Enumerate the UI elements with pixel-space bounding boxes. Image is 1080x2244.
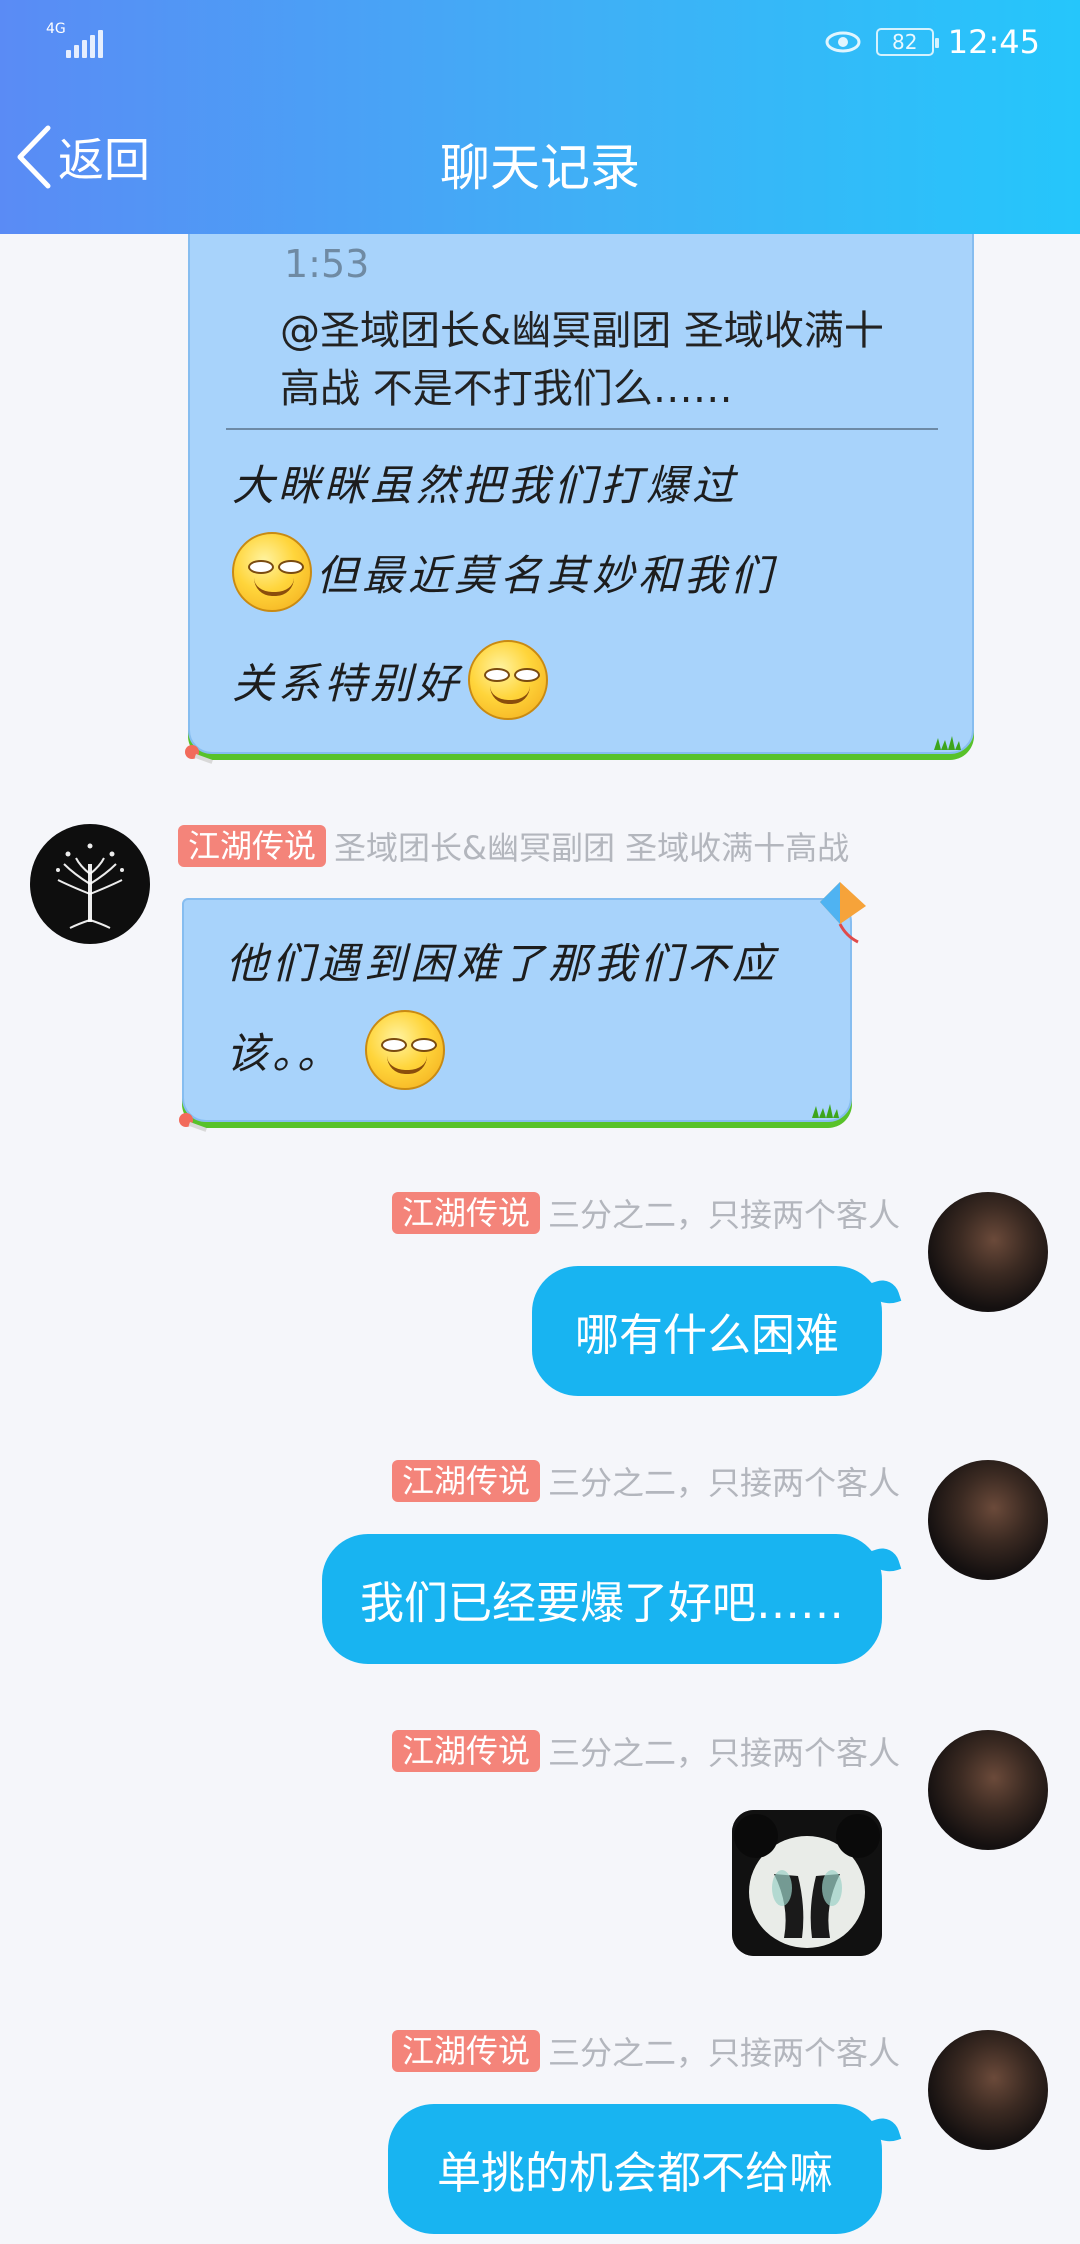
sender-name: 三分之二，只接两个客人 [547, 1734, 900, 1772]
pin-decoration-icon [185, 745, 213, 764]
reply-line2: 但最近莫名其妙和我们 [316, 550, 777, 600]
kite-decoration-icon [820, 882, 866, 944]
avatar[interactable] [30, 824, 150, 944]
message-meta: 江湖传说 三分之二，只接两个客人 [391, 1460, 900, 1502]
sender-name: 圣域团长&幽冥副团 圣域收满十高战 [334, 829, 850, 867]
quote-time: 1:53 [284, 242, 370, 286]
smiley-emoji-icon [232, 532, 312, 612]
panda-face-icon [732, 1810, 882, 1956]
pin-decoration-icon [179, 1113, 207, 1132]
title-tag: 江湖传说 [391, 1192, 540, 1234]
smiley-emoji-icon [365, 1010, 446, 1090]
battery-level: 82 [892, 30, 918, 54]
panda-facepalm-sticker[interactable] [732, 1810, 882, 1956]
message-meta: 江湖传说 三分之二，只接两个客人 [391, 1730, 900, 1772]
quote-text-line1: @圣域团长&幽冥副团 圣域收满十 [280, 308, 884, 354]
incoming-message-bubble[interactable]: 他们遇到困难了那我们不应 该。。 [179, 882, 866, 1132]
nav-bar: 返回 聊天记录 [0, 100, 1080, 220]
reply-line3: 关系特别好 [232, 658, 463, 708]
avatar[interactable] [928, 2030, 1048, 2150]
quoted-reply-bubble[interactable]: 1:53 @圣域团长&幽冥副团 圣域收满十 高战 不是不打我们么…… 大眯眯虽然… [185, 150, 974, 764]
sender-name: 三分之二，只接两个客人 [547, 2034, 900, 2072]
battery-icon: 82 [875, 28, 939, 56]
message-text: 哪有什么困难 [575, 1310, 839, 1361]
avatar[interactable] [928, 1460, 1048, 1580]
white-tree-icon [56, 843, 124, 929]
smiley-emoji-icon [468, 640, 549, 720]
sender-name: 三分之二，只接两个客人 [547, 1464, 900, 1502]
title-tag: 江湖传说 [391, 1730, 540, 1772]
network-type: 4G [46, 21, 66, 37]
sender-name: 三分之二，只接两个客人 [547, 1196, 900, 1234]
quote-divider [226, 428, 938, 430]
reply-line3-row: 关系特别好 [232, 640, 549, 720]
app-header: 4G 82 12:45 返回 聊天记录 [0, 0, 1080, 234]
page-title: 聊天记录 [440, 139, 640, 197]
grass-decoration-icon [812, 1104, 839, 1118]
signal-icon: 4G [44, 22, 104, 58]
avatar[interactable] [928, 1730, 1048, 1850]
title-tag: 江湖传说 [178, 825, 327, 867]
eye-comfort-icon [825, 31, 861, 53]
title-tag: 江湖传说 [391, 1460, 540, 1502]
outgoing-message-bubble[interactable]: 单挑的机会都不给嘛 [388, 2104, 882, 2234]
message-meta: 江湖传说 三分之二，只接两个客人 [391, 2030, 900, 2072]
quote-text-line2: 高战 不是不打我们么…… [280, 366, 733, 412]
message-line2-row: 该。。 [226, 1010, 446, 1090]
message-text: 我们已经要爆了好吧…… [360, 1578, 844, 1629]
message-meta: 江湖传说 圣域团长&幽冥副团 圣域收满十高战 [178, 825, 849, 867]
message-line1: 他们遇到困难了那我们不应 [226, 939, 779, 988]
message-text: 单挑的机会都不给嘛 [437, 2148, 833, 2199]
message-line2: 该。。 [226, 1028, 344, 1078]
clock: 12:45 [947, 23, 1040, 61]
message-meta: 江湖传说 三分之二，只接两个客人 [391, 1192, 900, 1234]
grass-decoration-icon [934, 736, 961, 750]
outgoing-message-bubble[interactable]: 我们已经要爆了好吧…… [322, 1534, 882, 1664]
title-tag: 江湖传说 [391, 2030, 540, 2072]
avatar[interactable] [928, 1192, 1048, 1312]
outgoing-message-bubble[interactable]: 哪有什么困难 [532, 1266, 882, 1396]
reply-line1: 大眯眯虽然把我们打爆过 [232, 461, 739, 510]
reply-line2-row: 但最近莫名其妙和我们 [232, 532, 776, 612]
status-bar: 4G 82 12:45 [0, 0, 1080, 86]
